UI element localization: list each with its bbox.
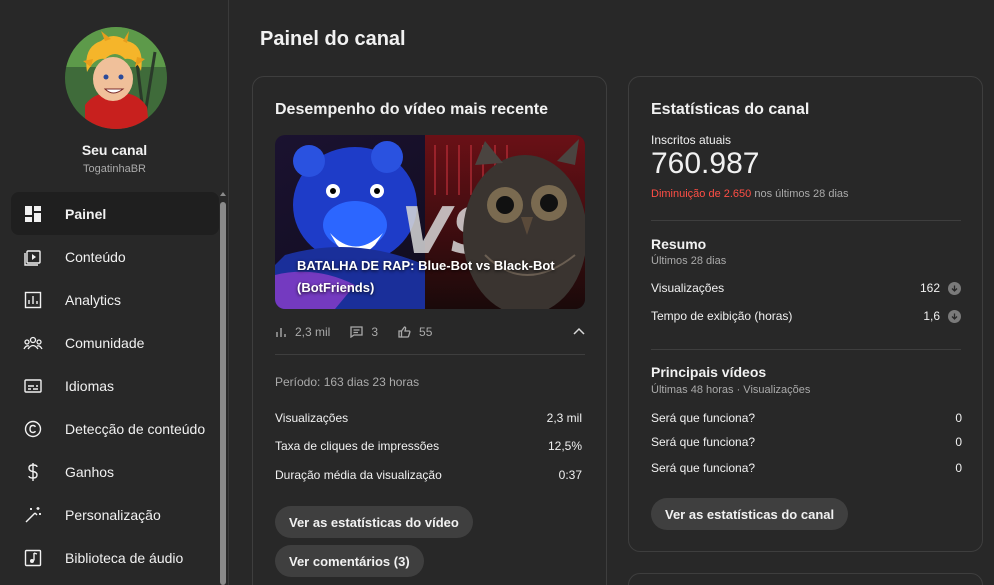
summary-value-wrap: 1,6 bbox=[923, 309, 961, 323]
period-label: Período: 163 dias 23 horas bbox=[275, 375, 420, 389]
sidebar-item-label: Conteúdo bbox=[65, 248, 126, 265]
magic-wand-icon bbox=[23, 505, 43, 525]
top-video-title[interactable]: Será que funciona? bbox=[651, 461, 755, 475]
subscribers-label: Inscritos atuais bbox=[651, 133, 732, 147]
subtitles-icon bbox=[23, 376, 43, 396]
top-video-title[interactable]: Será que funciona? bbox=[651, 411, 755, 425]
sidebar-item-comunidade[interactable]: Comunidade bbox=[11, 321, 219, 364]
sidebar-item-conteudo[interactable]: Conteúdo bbox=[11, 235, 219, 278]
comments-value: 3 bbox=[371, 325, 379, 339]
subscribers-decrease: Diminuição de 2.650 bbox=[651, 188, 752, 200]
channel-title: Seu canal bbox=[81, 142, 148, 158]
next-card bbox=[628, 573, 983, 585]
channel-handle: TogatinhaBR bbox=[83, 163, 146, 175]
sidebar-item-label: Detecção de conteúdo bbox=[65, 421, 206, 438]
likes-stat: 55 bbox=[398, 325, 432, 339]
sidebar: Seu canal TogatinhaBR Painel Conteúdo An… bbox=[0, 0, 229, 585]
comment-icon bbox=[350, 326, 363, 338]
view-video-stats-button[interactable]: Ver as estatísticas do vídeo bbox=[275, 506, 473, 538]
subscribers-change: Diminuição de 2.650 nos últimos 28 dias bbox=[651, 188, 849, 200]
top-video-row[interactable]: Será que funciona? 0 bbox=[651, 411, 962, 425]
views-value: 2,3 mil bbox=[295, 325, 331, 339]
view-comments-button[interactable]: Ver comentários (3) bbox=[275, 545, 424, 577]
subscribers-change-suffix: nos últimos 28 dias bbox=[751, 188, 849, 200]
sidebar-item-analytics[interactable]: Analytics bbox=[11, 278, 219, 321]
video-quick-stats: 2,3 mil 3 55 bbox=[275, 321, 585, 343]
metric-label: Duração média da visualização bbox=[275, 468, 442, 482]
sidebar-item-label: Biblioteca de áudio bbox=[65, 550, 184, 567]
divider bbox=[651, 349, 961, 350]
latest-video-heading: Desempenho do vídeo mais recente bbox=[275, 101, 548, 118]
comments-stat: 3 bbox=[350, 325, 378, 339]
top-video-row[interactable]: Será que funciona? 0 bbox=[651, 435, 962, 449]
sidebar-item-label: Analytics bbox=[65, 291, 122, 308]
sidebar-item-deteccao[interactable]: Detecção de conteúdo bbox=[11, 407, 219, 450]
sidebar-item-biblioteca-audio[interactable]: Biblioteca de áudio bbox=[11, 537, 219, 580]
summary-value: 162 bbox=[919, 281, 940, 295]
channel-stats-card: Estatísticas do canal Inscritos atuais 7… bbox=[628, 76, 983, 552]
chevron-up-icon[interactable] bbox=[573, 324, 585, 338]
metric-row: Duração média da visualização 0:37 bbox=[275, 468, 582, 482]
metric-value: 12,5% bbox=[547, 439, 582, 453]
channel-avatar[interactable] bbox=[65, 27, 167, 129]
arrow-down-icon bbox=[948, 281, 961, 295]
channel-stats-heading: Estatísticas do canal bbox=[651, 101, 810, 118]
top-videos-title: Principais vídeos bbox=[651, 364, 767, 380]
summary-row: Tempo de exibição (horas) 1,6 bbox=[651, 309, 961, 323]
sidebar-item-personalizacao[interactable]: Personalização bbox=[11, 494, 219, 537]
sidebar-item-label: Painel bbox=[65, 205, 107, 222]
metric-row: Visualizações 2,3 mil bbox=[275, 411, 582, 425]
summary-subtitle: Últimos 28 dias bbox=[651, 255, 727, 267]
content-icon bbox=[23, 247, 43, 267]
scroll-thumb[interactable] bbox=[220, 202, 226, 585]
subscribers-count: 760.987 bbox=[651, 147, 760, 180]
thumbs-up-icon bbox=[398, 326, 411, 338]
summary-label: Visualizações bbox=[651, 281, 725, 295]
views-stat: 2,3 mil bbox=[275, 325, 330, 339]
sidebar-item-ganhos[interactable]: Ganhos bbox=[11, 451, 219, 494]
page-title: Painel do canal bbox=[260, 28, 406, 50]
dashboard-icon bbox=[23, 204, 43, 224]
sidebar-item-painel[interactable]: Painel bbox=[11, 192, 219, 236]
summary-label: Tempo de exibição (horas) bbox=[651, 309, 793, 323]
summary-value: 1,6 bbox=[923, 309, 940, 323]
metric-row: Taxa de cliques de impressões 12,5% bbox=[275, 439, 582, 453]
sidebar-item-label: Ganhos bbox=[65, 464, 115, 481]
dollar-icon bbox=[23, 462, 43, 482]
top-video-title[interactable]: Será que funciona? bbox=[651, 435, 755, 449]
divider bbox=[275, 354, 585, 355]
metric-label: Taxa de cliques de impressões bbox=[275, 439, 440, 453]
scroll-up-arrow[interactable] bbox=[220, 192, 226, 196]
likes-value: 55 bbox=[419, 325, 433, 339]
metric-label: Visualizações bbox=[275, 411, 349, 425]
copyright-icon bbox=[23, 419, 43, 439]
latest-video-card: Desempenho do vídeo mais recente VS BATA… bbox=[252, 76, 607, 585]
summary-row: Visualizações 162 bbox=[651, 281, 961, 295]
analytics-icon bbox=[23, 290, 43, 310]
summary-title: Resumo bbox=[651, 236, 707, 252]
metric-value: 2,3 mil bbox=[546, 411, 582, 425]
audio-library-icon bbox=[23, 548, 43, 568]
arrow-down-icon bbox=[948, 309, 961, 323]
top-videos-subtitle: Últimas 48 horas · Visualizações bbox=[651, 384, 811, 396]
top-video-views: 0 bbox=[955, 461, 962, 475]
view-channel-stats-button[interactable]: Ver as estatísticas do canal bbox=[651, 498, 849, 530]
sidebar-item-label: Comunidade bbox=[65, 334, 145, 351]
video-title[interactable]: BATALHA DE RAP: Blue-Bot vs Black-Bot (B… bbox=[297, 255, 567, 299]
divider bbox=[651, 220, 961, 221]
views-bar-icon bbox=[276, 328, 286, 337]
metric-value: 0:37 bbox=[558, 468, 582, 482]
sidebar-nav: Painel Conteúdo Analytics Comunidade Idi… bbox=[11, 192, 219, 580]
sidebar-item-label: Idiomas bbox=[65, 377, 115, 394]
top-video-views: 0 bbox=[955, 411, 962, 425]
community-icon bbox=[23, 333, 43, 353]
sidebar-item-label: Personalização bbox=[65, 507, 161, 524]
top-video-views: 0 bbox=[955, 435, 962, 449]
summary-value-wrap: 162 bbox=[920, 281, 961, 295]
sidebar-scrollbar[interactable] bbox=[220, 192, 226, 585]
sidebar-item-idiomas[interactable]: Idiomas bbox=[11, 364, 219, 407]
top-video-row[interactable]: Será que funciona? 0 bbox=[651, 461, 962, 475]
video-thumbnail[interactable]: VS BATALHA DE RAP: Blue-Bot vs Black-Bot… bbox=[275, 135, 585, 309]
